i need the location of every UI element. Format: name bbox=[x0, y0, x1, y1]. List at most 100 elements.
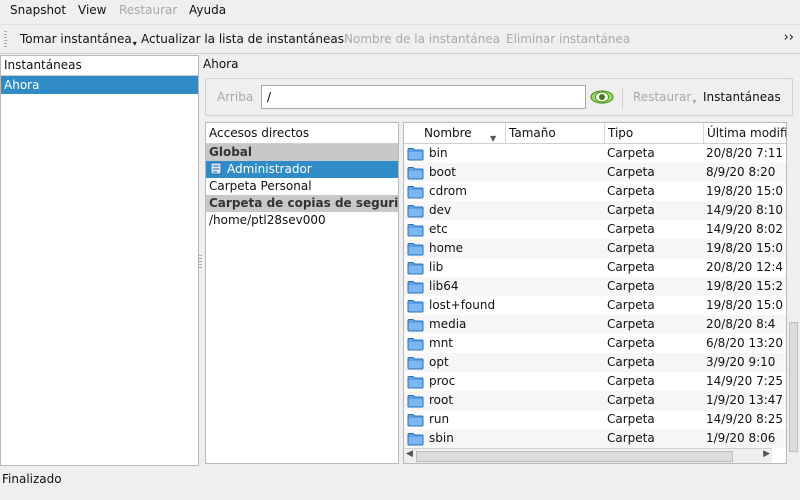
file-name: proc bbox=[429, 374, 456, 388]
restore-button[interactable]: Restaurar▾ bbox=[633, 90, 696, 106]
file-type: Carpeta bbox=[607, 431, 655, 445]
column-modified[interactable]: Última modificación bbox=[704, 123, 786, 143]
file-type: Carpeta bbox=[607, 165, 655, 179]
file-row[interactable]: proc Carpeta 14/9/20 7:25 bbox=[404, 372, 786, 391]
file-modified: 6/8/20 13:20 bbox=[706, 336, 784, 350]
file-modified: 1/9/20 13:47 bbox=[706, 393, 784, 407]
shortcut-admin[interactable]: Administrador bbox=[206, 161, 398, 178]
path-input[interactable] bbox=[261, 85, 586, 109]
separator bbox=[622, 87, 623, 109]
file-type: Carpeta bbox=[607, 279, 655, 293]
menu-bar: Snapshot View Restaurar Ayuda bbox=[0, 0, 800, 22]
file-modified: 8/9/20 8:20 bbox=[706, 165, 776, 179]
column-size[interactable]: Tamaño bbox=[506, 123, 605, 143]
toolbar-overflow-icon[interactable]: ›› bbox=[784, 30, 794, 45]
take-snapshot-label: Tomar instantánea bbox=[20, 32, 132, 46]
file-modified: 20/8/20 8:4 bbox=[706, 317, 776, 331]
file-list: Nombre▼ Tamaño Tipo Última modificación … bbox=[403, 122, 787, 464]
file-modified: 20/8/20 7:11 bbox=[706, 146, 784, 160]
file-row[interactable]: lib Carpeta 20/8/20 12:4 bbox=[404, 258, 786, 277]
shortcut-backup-path[interactable]: /home/ptl28sev000 bbox=[206, 212, 398, 229]
file-modified: 1/9/20 8:06 bbox=[706, 431, 776, 445]
restore-label: Restaurar bbox=[633, 90, 692, 104]
take-snapshot-button[interactable]: Tomar instantánea▾ bbox=[20, 32, 137, 48]
file-row[interactable]: root Carpeta 1/9/20 13:47 bbox=[404, 391, 786, 410]
refresh-snapshots-button[interactable]: Actualizar la lista de instantáneas bbox=[141, 32, 344, 46]
dropdown-arrow-icon: ▾ bbox=[132, 39, 137, 48]
file-row[interactable]: opt Carpeta 3/9/20 9:10 bbox=[404, 353, 786, 372]
file-type: Carpeta bbox=[607, 317, 655, 331]
file-modified: 19/8/20 15:0 bbox=[706, 298, 784, 312]
snapshots-list: Instantáneas Ahora bbox=[0, 55, 199, 466]
file-row[interactable]: bin Carpeta 20/8/20 7:11 bbox=[404, 144, 786, 163]
snapshot-item-ahora[interactable]: Ahora bbox=[1, 76, 198, 94]
menu-view[interactable]: View bbox=[78, 3, 106, 17]
file-modified: 19/8/20 15:0 bbox=[706, 241, 784, 255]
menu-snapshot[interactable]: Snapshot bbox=[10, 3, 66, 17]
folder-icon bbox=[407, 432, 424, 449]
file-list-header: Nombre ▼ Tamaño Tipo Última modificación bbox=[404, 123, 786, 144]
file-row[interactable]: mnt Carpeta 6/8/20 13:20 bbox=[404, 334, 786, 353]
path-bar: Arriba Restaurar▾ Instantáneas bbox=[205, 78, 793, 116]
snapshot-name-button[interactable]: Nombre de la instantánea bbox=[344, 32, 500, 46]
file-list-body: bin Carpeta 20/8/20 7:11 boot Carpeta 8/… bbox=[404, 144, 786, 449]
menu-restaurar[interactable]: Restaurar bbox=[119, 3, 177, 17]
scroll-left-icon[interactable]: ◀ bbox=[406, 449, 413, 459]
shortcuts-group-global: Global bbox=[206, 144, 398, 161]
file-name: root bbox=[429, 393, 454, 407]
menu-ayuda[interactable]: Ayuda bbox=[189, 3, 226, 17]
file-type: Carpeta bbox=[607, 146, 655, 160]
up-button[interactable]: Arriba bbox=[217, 90, 253, 104]
file-modified: 19/8/20 15:0 bbox=[706, 184, 784, 198]
scroll-right-icon[interactable]: ▶ bbox=[763, 449, 770, 459]
file-name: run bbox=[429, 412, 450, 426]
splitter-handle[interactable] bbox=[199, 255, 202, 269]
file-row[interactable]: lib64 Carpeta 19/8/20 15:2 bbox=[404, 277, 786, 296]
file-row[interactable]: lost+found Carpeta 19/8/20 15:0 bbox=[404, 296, 786, 315]
file-type: Carpeta bbox=[607, 260, 655, 274]
file-type: Carpeta bbox=[607, 336, 655, 350]
toolbar: Tomar instantánea▾ Actualizar la lista d… bbox=[0, 24, 800, 54]
snapshots-button[interactable]: Instantáneas bbox=[703, 90, 781, 104]
file-modified: 14/9/20 7:25 bbox=[706, 374, 784, 388]
snapshots-header[interactable]: Instantáneas bbox=[1, 56, 198, 76]
shortcuts-header[interactable]: Accesos directos bbox=[206, 123, 398, 144]
file-row[interactable]: home Carpeta 19/8/20 15:0 bbox=[404, 239, 786, 258]
delete-snapshot-button[interactable]: Eliminar instantánea bbox=[506, 32, 630, 46]
file-row[interactable]: sbin Carpeta 1/9/20 8:06 bbox=[404, 429, 786, 448]
file-name: opt bbox=[429, 355, 449, 369]
horizontal-scrollbar[interactable]: ◀ ▶ bbox=[404, 448, 772, 463]
file-type: Carpeta bbox=[607, 241, 655, 255]
file-name: lib64 bbox=[429, 279, 459, 293]
file-row[interactable]: run Carpeta 14/9/20 8:25 bbox=[404, 410, 786, 429]
file-name: etc bbox=[429, 222, 448, 236]
file-name: media bbox=[429, 317, 467, 331]
page-title: Ahora bbox=[203, 57, 239, 71]
file-type: Carpeta bbox=[607, 393, 655, 407]
horizontal-scroll-thumb[interactable] bbox=[416, 451, 733, 462]
file-row[interactable]: media Carpeta 20/8/20 8:4 bbox=[404, 315, 786, 334]
column-name[interactable]: Nombre ▼ bbox=[404, 123, 506, 143]
vertical-scrollbar[interactable] bbox=[787, 122, 800, 464]
file-modified: 19/8/20 15:2 bbox=[706, 279, 784, 293]
file-row[interactable]: boot Carpeta 8/9/20 8:20 bbox=[404, 163, 786, 182]
eye-icon[interactable] bbox=[589, 87, 615, 110]
dropdown-arrow-icon: ▾ bbox=[692, 97, 697, 106]
file-row[interactable]: etc Carpeta 14/9/20 8:02 bbox=[404, 220, 786, 239]
status-bar: Finalizado bbox=[2, 472, 62, 486]
column-type[interactable]: Tipo bbox=[605, 123, 704, 143]
file-row[interactable]: dev Carpeta 14/9/20 8:10 bbox=[404, 201, 786, 220]
file-type: Carpeta bbox=[607, 203, 655, 217]
toolbar-grip[interactable] bbox=[4, 31, 7, 47]
shortcut-home[interactable]: Carpeta Personal bbox=[206, 178, 398, 195]
file-row[interactable]: cdrom Carpeta 19/8/20 15:0 bbox=[404, 182, 786, 201]
file-name: lost+found bbox=[429, 298, 496, 312]
file-name: lib bbox=[429, 260, 444, 274]
file-type: Carpeta bbox=[607, 355, 655, 369]
shortcuts-panel: Accesos directos Global Administrador Ca… bbox=[205, 122, 399, 464]
vertical-scroll-thumb[interactable] bbox=[789, 322, 798, 452]
file-name: mnt bbox=[429, 336, 453, 350]
file-type: Carpeta bbox=[607, 412, 655, 426]
file-name: bin bbox=[429, 146, 448, 160]
shortcuts-group-backup: Carpeta de copias de seguridad bbox=[206, 195, 398, 212]
